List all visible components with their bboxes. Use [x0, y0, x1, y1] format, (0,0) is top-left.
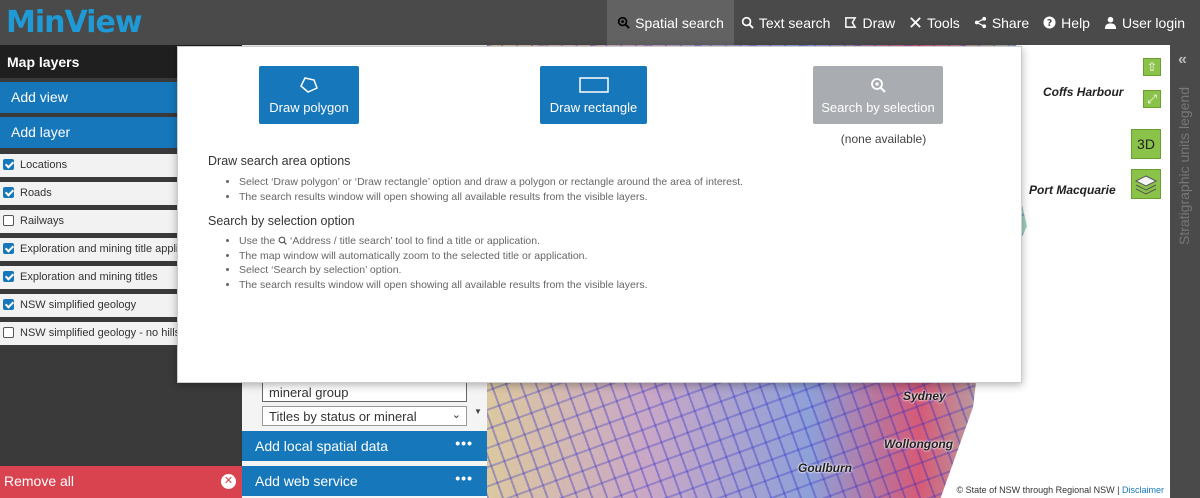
nav-text-search[interactable]: Text search: [734, 0, 838, 45]
draw-rectangle-label: Draw rectangle: [549, 100, 638, 115]
layer-label: Exploration and mining titles: [20, 271, 158, 283]
more-icon[interactable]: •••: [455, 435, 473, 451]
more-icon[interactable]: •••: [455, 470, 473, 486]
nav-tools[interactable]: Tools: [902, 0, 967, 45]
layer-checkbox[interactable]: [3, 299, 14, 310]
nav-draw[interactable]: Draw: [837, 0, 902, 45]
layer-checkbox[interactable]: [3, 271, 14, 282]
list-item: Select ‘Search by selection’ option.: [239, 263, 648, 278]
add-web-service-button[interactable]: Add web service •••: [242, 466, 487, 496]
rectangle-icon: [578, 77, 609, 93]
nav-spatial-search[interactable]: Spatial search: [607, 0, 734, 45]
help-icon: ?: [1043, 16, 1056, 29]
list-item-text: Use the: [239, 235, 276, 247]
layer-checkbox[interactable]: [3, 159, 14, 170]
layers-icon: [1134, 175, 1158, 195]
nav-spatial-search-label: Spatial search: [635, 14, 724, 31]
user-icon: [1104, 16, 1117, 29]
attribution-text: © State of NSW through Regional NSW |: [956, 485, 1122, 495]
search-area-icon: [871, 78, 886, 93]
polygon-icon: [300, 77, 318, 93]
draw-options-list: Select ‘Draw polygon’ or ‘Draw rectangle…: [239, 175, 743, 204]
three-d-button[interactable]: 3D: [1131, 129, 1161, 159]
search-area-icon: [278, 236, 287, 245]
nav-text-search-label: Text search: [758, 14, 831, 31]
layer-label: Roads: [20, 187, 52, 199]
nav-help[interactable]: ? Help: [1036, 0, 1097, 45]
selection-options-title: Search by selection option: [208, 214, 355, 228]
tools-icon: [910, 17, 921, 28]
share-icon: [974, 16, 986, 29]
spatial-search-panel: Draw polygon Draw rectangle Search by se…: [177, 46, 1022, 383]
mineral-group-field[interactable]: mineral group: [262, 382, 467, 402]
nav-draw-label: Draw: [862, 14, 896, 31]
svg-text:?: ?: [1047, 18, 1052, 29]
city-label: Wollongong: [884, 437, 954, 451]
nav-help-label: Help: [1061, 14, 1090, 31]
titles-style-select[interactable]: Titles by status or mineral ⌄: [262, 406, 467, 426]
search-area-icon: [617, 16, 630, 29]
city-label: Sydney: [903, 389, 946, 403]
caret-down-icon[interactable]: ▼: [474, 407, 482, 416]
map-attribution: © State of NSW through Regional NSW | Di…: [950, 484, 1170, 498]
none-available-text: (none available): [840, 132, 927, 146]
city-label: Port Macquarie: [1029, 183, 1116, 197]
layer-label: Railways: [20, 215, 65, 227]
layer-label: NSW simplified geology: [20, 299, 137, 311]
arrow-up-icon[interactable]: ⇧: [1143, 58, 1161, 76]
close-circle-icon: ✕: [221, 474, 236, 489]
draw-icon: [845, 17, 857, 28]
nav-tools-label: Tools: [927, 14, 960, 31]
search-by-selection-button[interactable]: Search by selection: [813, 66, 943, 124]
nav-user-login[interactable]: User login: [1097, 0, 1192, 45]
add-web-service-label: Add web service: [255, 473, 358, 489]
list-item: The search results window will open show…: [239, 190, 743, 205]
city-label: Goulburn: [798, 461, 852, 475]
remove-all-label: Remove all: [4, 473, 75, 489]
list-item: Use the ‘Address / title search’ tool to…: [239, 234, 648, 249]
list-item: Select ‘Draw polygon’ or ‘Draw rectangle…: [239, 175, 743, 190]
nav-user-login-label: User login: [1121, 14, 1185, 31]
search-icon: [741, 16, 754, 29]
add-local-spatial-data-label: Add local spatial data: [255, 438, 389, 454]
city-label: Coffs Harbour: [1043, 85, 1124, 99]
expand-icon[interactable]: ⤢: [1143, 90, 1161, 108]
list-item-text: ‘Address / title search’ tool to find a …: [290, 235, 541, 247]
double-chevron-left-icon[interactable]: «: [1178, 51, 1187, 69]
draw-options-title: Draw search area options: [208, 154, 351, 168]
layer-checkbox[interactable]: [3, 327, 14, 338]
layer-checkbox[interactable]: [3, 187, 14, 198]
draw-polygon-button[interactable]: Draw polygon: [259, 66, 359, 124]
list-item: The search results window will open show…: [239, 278, 648, 293]
layer-label: Locations: [20, 159, 68, 171]
legend-label: Stratigraphic units legend: [1176, 87, 1192, 245]
chevron-down-icon: ⌄: [451, 409, 461, 421]
basemap-layers-button[interactable]: [1131, 169, 1161, 199]
selection-options-list: Use the ‘Address / title search’ tool to…: [239, 234, 648, 292]
top-header: MinView Spatial search Text search Draw …: [0, 0, 1200, 45]
disclaimer-link[interactable]: Disclaimer: [1122, 485, 1164, 495]
nav-share-label: Share: [991, 14, 1030, 31]
remove-all-button[interactable]: Remove all ✕: [0, 466, 242, 498]
list-item: The map window will automatically zoom t…: [239, 249, 648, 264]
legend-strip[interactable]: « Stratigraphic units legend: [1170, 45, 1200, 498]
add-local-spatial-data-button[interactable]: Add local spatial data •••: [242, 431, 487, 461]
nav-share[interactable]: Share: [967, 0, 1036, 45]
draw-polygon-label: Draw polygon: [269, 100, 349, 115]
layer-checkbox[interactable]: [3, 215, 14, 226]
draw-rectangle-button[interactable]: Draw rectangle: [540, 66, 647, 124]
layer-checkbox[interactable]: [3, 243, 14, 254]
app-logo[interactable]: MinView: [6, 5, 143, 40]
titles-style-select-value: Titles by status or mineral: [269, 409, 417, 424]
top-nav: Spatial search Text search Draw Tools Sh…: [607, 0, 1192, 45]
search-by-selection-label: Search by selection: [821, 100, 935, 115]
